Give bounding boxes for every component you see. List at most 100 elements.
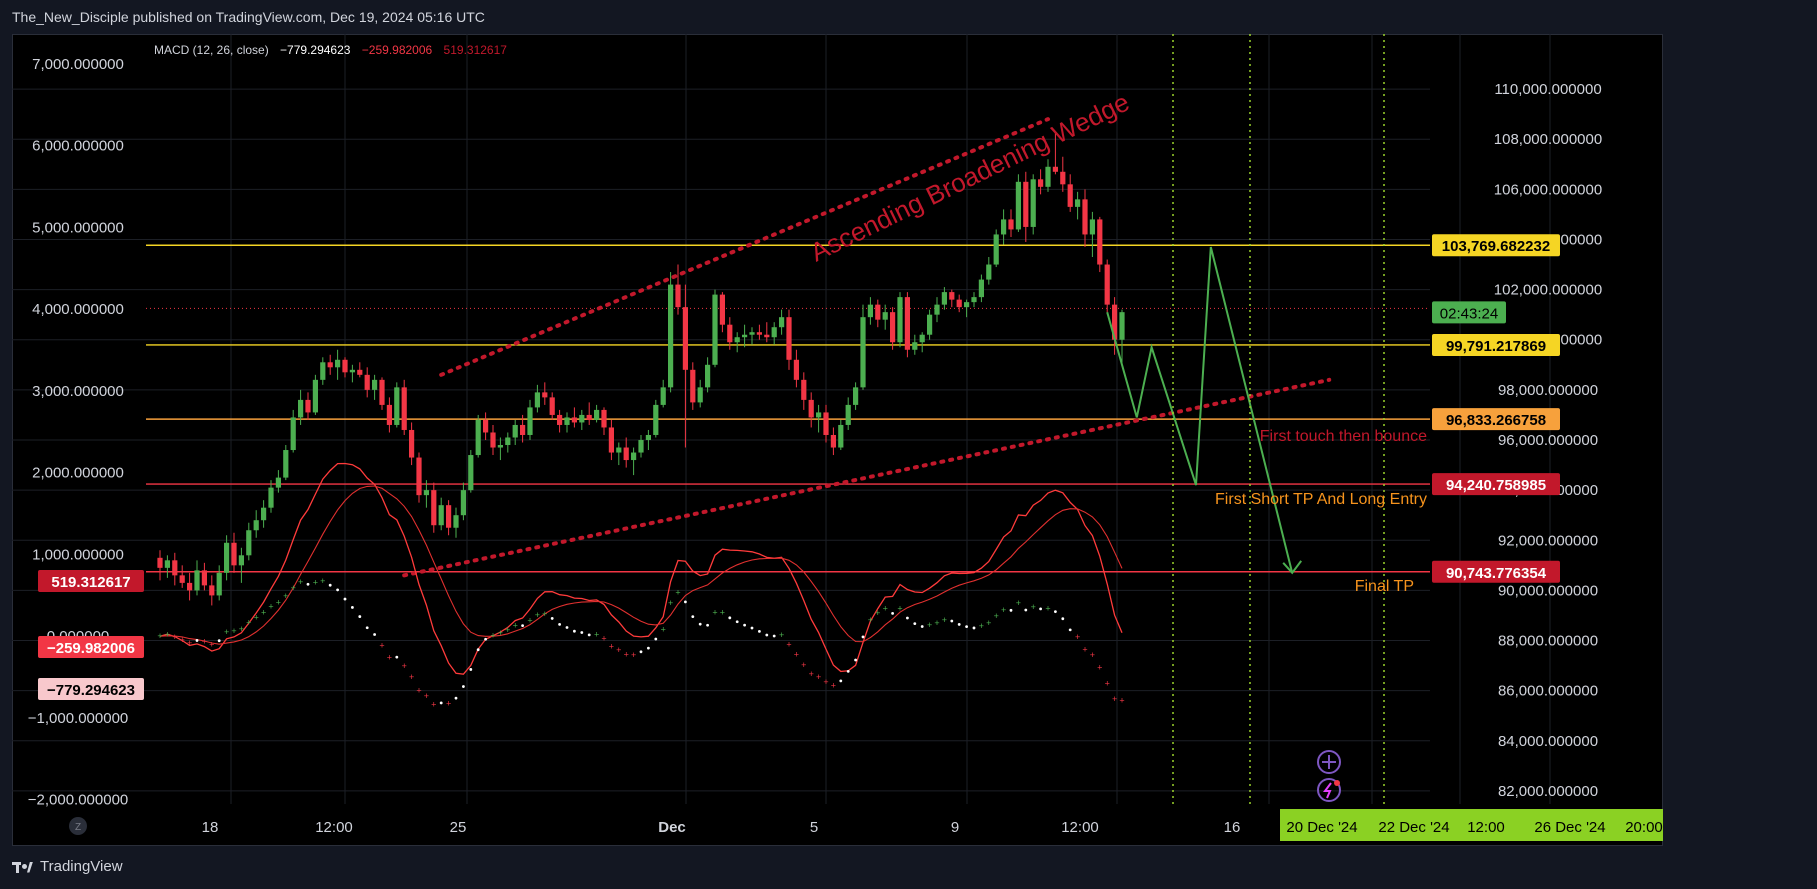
candle-body: [468, 455, 474, 491]
histogram-cross: +: [1075, 632, 1080, 642]
left-axis-tick: 1,000.000000: [32, 546, 124, 563]
histogram-dot: [358, 615, 362, 618]
candle-body: [1089, 219, 1095, 235]
candle-body: [549, 397, 555, 415]
histogram-cross: +: [831, 681, 836, 691]
candle-body: [490, 432, 496, 448]
candle-body: [320, 362, 326, 380]
candle-body: [823, 412, 829, 435]
candle-body: [261, 507, 267, 521]
histogram-dot: [587, 633, 591, 637]
label-first-short-tp[interactable]: First Short TP And Long Entry: [1215, 491, 1427, 508]
candle-body: [690, 369, 696, 403]
left-axis-tick: 3,000.000000: [32, 383, 124, 400]
histogram-dot: [1054, 610, 1057, 614]
histogram-cross: +: [875, 608, 880, 618]
candle-body: [853, 387, 859, 405]
time-axis-tick: 12:00: [315, 819, 353, 836]
histogram-cross: +: [794, 650, 799, 660]
histogram-dot: [735, 620, 739, 624]
wedge-lower-line[interactable]: [402, 377, 1332, 578]
candle-body: [305, 399, 311, 413]
right-axis-tick: 98,000.000000: [1498, 382, 1598, 399]
label-first-touch[interactable]: First touch then bounce: [1260, 428, 1427, 445]
candle-body: [801, 379, 807, 400]
right-axis-tick: 82,000.000000: [1498, 783, 1598, 800]
histogram-cross: +: [202, 637, 207, 647]
candle-body: [542, 392, 548, 398]
horizontal-levels[interactable]: [146, 244, 1430, 573]
future-time-tick: 26 Dec '24: [1534, 819, 1605, 836]
candle-body: [830, 434, 836, 448]
histogram-cross: +: [897, 603, 902, 613]
candle-body: [423, 490, 429, 496]
tradingview-logo[interactable]: TradingView: [12, 858, 123, 875]
price-tag-label: 96,833.266758: [1446, 412, 1546, 429]
candle-body: [734, 337, 740, 343]
candle-body: [483, 419, 489, 433]
candle-body: [890, 312, 896, 343]
histogram-cross: +: [1119, 696, 1124, 706]
histogram-cross: +: [823, 677, 828, 687]
candle-body: [401, 387, 407, 430]
candle-body: [1104, 264, 1110, 305]
histogram-cross: +: [268, 601, 273, 611]
candle-body: [446, 505, 452, 528]
histogram-cross: +: [779, 630, 784, 640]
candle-body: [283, 450, 289, 478]
histogram-cross: +: [254, 612, 259, 622]
label-final-tp[interactable]: Final TP: [1355, 578, 1414, 595]
publisher-header: The_New_Disciple published on TradingVie…: [0, 0, 1817, 34]
histogram-cross: +: [498, 628, 503, 638]
candle-body: [860, 317, 866, 388]
candle-body: [912, 342, 918, 350]
histogram-cross: +: [409, 672, 414, 682]
candle-body: [224, 542, 230, 573]
candle-body: [1052, 166, 1058, 172]
histogram-cross: +: [446, 699, 451, 709]
histogram-dot: [454, 696, 458, 700]
z-button-label: Z: [75, 822, 81, 833]
histogram-cross: +: [1001, 605, 1006, 615]
projection-path[interactable]: [1106, 246, 1302, 575]
candle-body: [201, 570, 207, 586]
left-axis-tick: −2,000.000000: [28, 792, 129, 809]
candle-body: [520, 424, 526, 435]
wedge-lines[interactable]: [402, 117, 1332, 578]
histogram-dot: [957, 623, 961, 626]
histogram-cross: +: [809, 669, 814, 679]
candle-body: [897, 297, 903, 343]
histogram-cross: +: [490, 631, 495, 641]
histogram-dot: [395, 655, 399, 659]
candle-body: [364, 374, 370, 390]
future-time-tick: 20:00: [1625, 819, 1663, 836]
time-axis[interactable]: 18 12:00 25 Dec 5 9 12:00 16 20 Dec '24 22 Dec '2…: [202, 809, 1663, 841]
candle-body: [719, 294, 725, 325]
macd-legend-name: MACD (12, 26, close): [154, 43, 269, 57]
future-time-tick: 12:00: [1467, 819, 1505, 836]
histogram-cross: +: [631, 650, 636, 660]
alert-icons[interactable]: [1317, 750, 1341, 802]
projection-polyline[interactable]: [1106, 246, 1294, 574]
axis-button-left[interactable]: Z: [69, 817, 87, 835]
lightning-icon-bolt: [1323, 782, 1332, 799]
histogram-cross: +: [1097, 663, 1102, 673]
price-chart[interactable]: + + + + + + ++ + +++ ++ ++++ + ++++++++ ++ + + +++ ++ ++ + +…: [12, 34, 1663, 846]
candle-body: [557, 414, 563, 425]
histogram-dot: [351, 606, 354, 609]
candle-body: [949, 292, 955, 300]
histogram-cross: +: [712, 607, 717, 617]
histogram-dot: [1009, 608, 1013, 612]
countdown-tag-label: 02:43:24: [1440, 305, 1498, 322]
candle-body: [379, 379, 385, 405]
publisher-line: The_New_Disciple published on TradingVie…: [12, 9, 485, 25]
right-axis-tick: 106,000.000000: [1494, 181, 1602, 198]
macd-legend[interactable]: MACD (12, 26, close) −779.294623 −259.98…: [154, 43, 507, 57]
histogram-cross: +: [187, 638, 192, 648]
histogram-dot: [772, 634, 776, 638]
svg-text:MACD (12, 26, close) −77: MACD (12, 26, close) −779.294623 −259.98…: [154, 43, 507, 57]
candle-body: [431, 490, 437, 526]
histogram-cross: +: [402, 661, 407, 671]
macd-overlay: + + + + + + ++ + +++ ++ ++++ + ++++++++ ++ + + +++ ++ ++ + +…: [157, 462, 1125, 710]
right-price-axis[interactable]: 110,000.000000 108,000.000000 106,000.0000…: [1494, 81, 1602, 800]
